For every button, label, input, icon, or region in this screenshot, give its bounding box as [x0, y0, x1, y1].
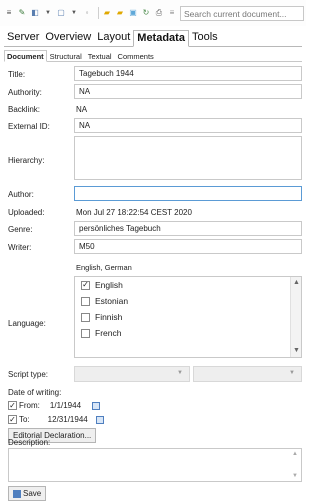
date-from-value[interactable]: 1/1/1944	[50, 401, 88, 410]
subtab-structural[interactable]: Structural	[47, 50, 85, 61]
external-id-field[interactable]: NA	[74, 118, 302, 133]
layers-icon[interactable]: ◧	[30, 8, 40, 18]
language-option-label: Estonian	[95, 296, 129, 306]
tab-tools[interactable]: Tools	[189, 30, 221, 46]
chevron-down-icon: ▼	[289, 370, 295, 376]
date-to-row: ✓ To: 12/31/1944	[8, 415, 104, 424]
language-list[interactable]: ✓ English Estonian Finnish French ▲ ▼	[74, 276, 302, 358]
backlink-value: NA	[76, 105, 88, 114]
subtab-textual[interactable]: Textual	[85, 50, 115, 61]
page-icon[interactable]: ▢	[56, 8, 66, 18]
subtab-comments[interactable]: Comments	[115, 50, 157, 61]
print-icon[interactable]: ⎙	[154, 8, 164, 18]
info-icon[interactable]: ≡	[167, 8, 177, 18]
calendar-icon[interactable]	[91, 401, 100, 410]
language-option-label: Finnish	[95, 312, 123, 322]
genre-field[interactable]: persönliches Tagebuch	[74, 221, 302, 236]
hierarchy-field[interactable]	[74, 136, 302, 180]
save-button[interactable]: Save	[8, 486, 47, 501]
backlink-label: Backlink:	[8, 105, 41, 114]
uploaded-value: Mon Jul 27 18:22:54 CEST 2020	[76, 208, 192, 217]
checkbox-checked-icon[interactable]: ✓	[8, 415, 17, 424]
description-field[interactable]: ▲ ▼	[8, 448, 302, 482]
main-tab-bar: Server Overview Layout Metadata Tools	[4, 30, 302, 47]
image-icon[interactable]: ▣	[128, 8, 138, 18]
author-field[interactable]	[74, 186, 302, 201]
tab-server[interactable]: Server	[4, 30, 42, 46]
script-type-select[interactable]: ▼	[74, 366, 190, 382]
language-label: Language:	[8, 319, 46, 328]
title-field[interactable]: Tagebuch 1944	[74, 66, 302, 81]
language-option-label: English	[95, 280, 123, 290]
edit-icon[interactable]: ✎	[17, 8, 27, 18]
scroll-down-icon[interactable]: ▼	[292, 473, 298, 479]
toolbar-divider	[98, 7, 99, 19]
tab-metadata[interactable]: Metadata	[133, 30, 189, 47]
uploaded-label: Uploaded:	[8, 208, 45, 217]
zoom-icon[interactable]: ◦	[82, 8, 92, 18]
hierarchy-label: Hierarchy:	[8, 156, 45, 165]
save-button-label: Save	[23, 489, 42, 498]
dropdown-arrow-icon[interactable]: ▼	[69, 8, 79, 18]
subtab-document[interactable]: Document	[4, 50, 47, 62]
folder-icon[interactable]: ▰	[102, 8, 112, 18]
checkbox-icon[interactable]	[81, 296, 90, 306]
toolbar: ≡ ✎ ◧ ▼ ▢ ▼ ◦ ▰ ▰ ▣ ↻ ⎙ ≡ Search current…	[0, 0, 306, 26]
checkbox-checked-icon[interactable]: ✓	[81, 280, 90, 290]
language-option-finnish[interactable]: Finnish	[81, 312, 122, 322]
external-id-label: External ID:	[8, 122, 50, 131]
list-icon[interactable]: ≡	[4, 8, 14, 18]
date-to-label: To:	[19, 415, 30, 424]
chevron-down-icon: ▼	[177, 370, 183, 376]
author-label: Author:	[8, 190, 34, 199]
date-from-label: From:	[19, 401, 40, 410]
language-summary: English, German	[76, 263, 132, 272]
save-icon	[13, 489, 21, 498]
refresh-icon[interactable]: ↻	[141, 8, 151, 18]
description-label: Description:	[8, 438, 51, 447]
tab-overview[interactable]: Overview	[42, 30, 94, 46]
genre-label: Genre:	[8, 225, 33, 234]
title-label: Title:	[8, 70, 26, 79]
date-of-writing-label: Date of writing:	[8, 388, 62, 397]
tab-layout[interactable]: Layout	[94, 30, 133, 46]
scroll-down-icon[interactable]: ▼	[293, 347, 300, 354]
authority-field[interactable]: NA	[74, 84, 302, 99]
language-scrollbar[interactable]: ▲ ▼	[290, 277, 301, 357]
checkbox-icon[interactable]	[81, 328, 90, 338]
scroll-up-icon[interactable]: ▲	[293, 279, 300, 286]
folder-open-icon[interactable]: ▰	[115, 8, 125, 18]
script-type-label: Script type:	[8, 370, 49, 379]
calendar-icon[interactable]	[95, 415, 104, 424]
script-subtype-select[interactable]: ▼	[193, 366, 302, 382]
language-option-estonian[interactable]: Estonian	[81, 296, 128, 306]
language-option-label: French	[95, 328, 122, 338]
scroll-up-icon[interactable]: ▲	[292, 451, 298, 457]
date-to-value[interactable]: 12/31/1944	[48, 415, 92, 424]
search-input[interactable]: Search current document...	[180, 6, 304, 21]
dropdown-arrow-icon[interactable]: ▼	[43, 8, 53, 18]
writer-label: Writer:	[8, 243, 32, 252]
date-from-row: ✓ From: 1/1/1944	[8, 401, 100, 410]
metadata-subtab-bar: Document Structural Textual Comments	[4, 50, 302, 62]
language-option-french[interactable]: French	[81, 328, 121, 338]
language-option-english[interactable]: ✓ English	[81, 280, 123, 290]
writer-field[interactable]: M50	[74, 239, 302, 254]
authority-label: Authority:	[8, 88, 42, 97]
checkbox-checked-icon[interactable]: ✓	[8, 401, 17, 410]
checkbox-icon[interactable]	[81, 312, 90, 322]
